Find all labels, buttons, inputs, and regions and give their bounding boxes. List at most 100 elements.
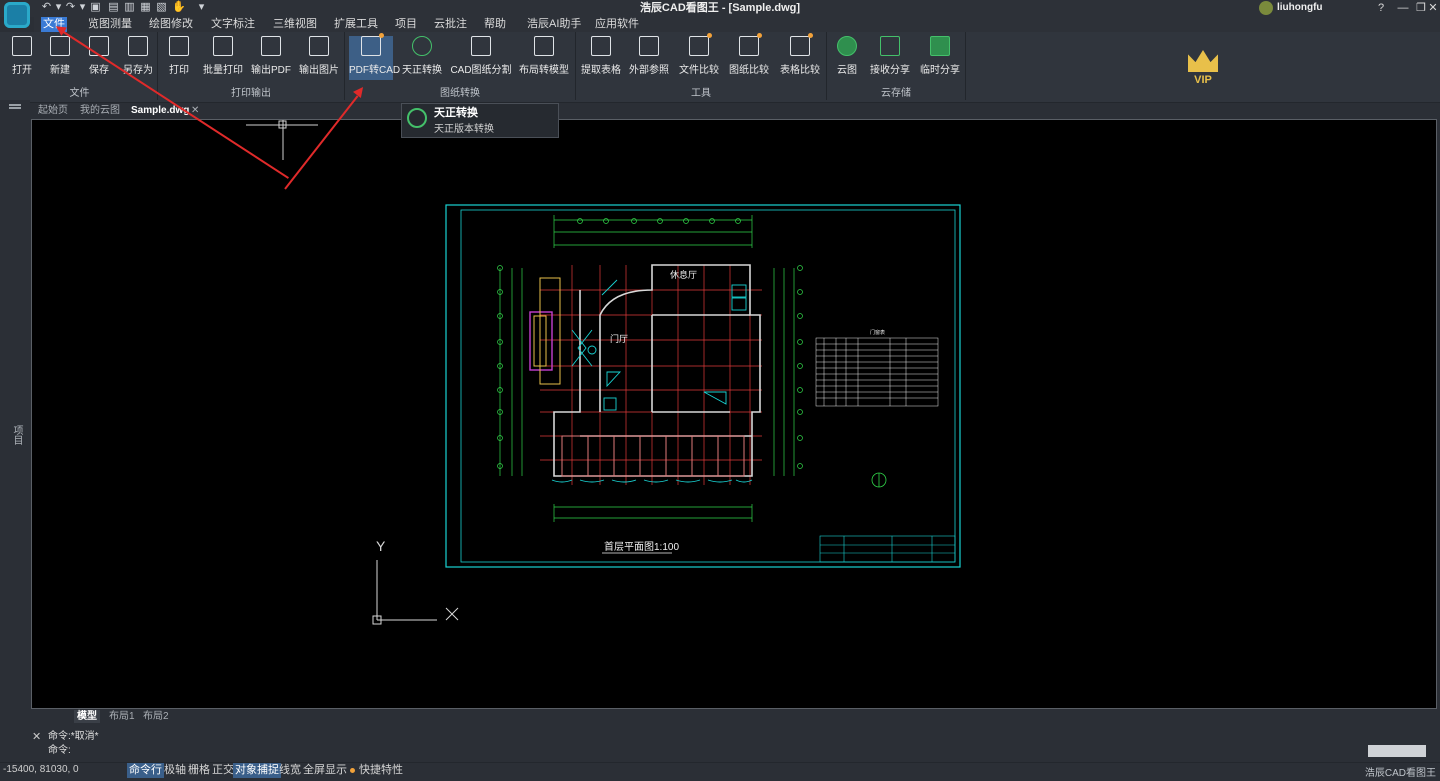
- tooltip-title: 天正转换: [434, 107, 478, 119]
- table-compare-icon: [790, 33, 813, 56]
- image-file-icon: [309, 36, 329, 56]
- drawing-canvas[interactable]: 休息厅 门厅 首层平面图1:100 门窗表 Y: [31, 119, 1437, 709]
- ucs-axis-icon: [372, 560, 459, 625]
- pdf-to-cad-button[interactable]: PDF转CAD: [349, 33, 400, 80]
- temp-share-button[interactable]: 临时分享: [918, 36, 962, 80]
- canopy: [533, 277, 561, 385]
- group-convert-label: 图纸转换: [440, 88, 480, 99]
- command-scrollbar[interactable]: [1368, 745, 1426, 757]
- split-drawing-icon: [471, 36, 491, 56]
- tangent-convert-button[interactable]: 天正转换: [399, 36, 445, 80]
- pdf-to-cad-icon: [361, 33, 384, 56]
- table-icon: [591, 36, 611, 56]
- export-image-button[interactable]: 输出图片: [297, 36, 341, 80]
- xref-icon: [639, 36, 659, 56]
- menu-apps[interactable]: 应用软件: [593, 17, 641, 32]
- menu-draw-modify[interactable]: 绘图修改: [147, 17, 195, 32]
- tab-layout1[interactable]: 布局1: [106, 710, 138, 723]
- cloud-drawing-button[interactable]: 云图: [832, 36, 862, 80]
- toggle-object-snap[interactable]: 对象捕捉: [233, 763, 281, 778]
- toggle-fullscreen[interactable]: 全屏显示: [301, 763, 349, 778]
- toggle-command-line[interactable]: 命令行: [127, 763, 164, 778]
- command-history: 命令:*取消*: [48, 731, 99, 742]
- receive-mail-icon: [880, 36, 900, 56]
- tab-start-page[interactable]: 起始页: [34, 104, 72, 117]
- project-panel-tab[interactable]: 项目: [9, 425, 24, 445]
- tooltip-description: 天正版本转换: [434, 124, 494, 135]
- command-close-icon[interactable]: ✕: [32, 730, 41, 743]
- menu-cloud-annotate[interactable]: 云批注: [432, 17, 469, 32]
- toggle-lineweight[interactable]: 线宽: [277, 763, 303, 778]
- batch-printer-icon: [213, 36, 233, 56]
- vip-button[interactable]: VIP: [1186, 50, 1220, 86]
- open-quick-icon[interactable]: ▣: [90, 1, 101, 14]
- quick-properties-dot-icon: [350, 768, 355, 773]
- table-compare-button[interactable]: 表格比较: [777, 33, 823, 80]
- schedule-title: 门窗表: [870, 329, 885, 336]
- ucs-y-label: Y: [376, 538, 386, 554]
- split-drawing-button[interactable]: CAD图纸分割: [450, 36, 512, 80]
- new-badge-icon: [808, 33, 813, 38]
- toggle-polar[interactable]: 极轴: [162, 763, 188, 778]
- tab-model[interactable]: 模型: [74, 710, 100, 723]
- new-badge-icon: [707, 33, 712, 38]
- toggle-quick-properties[interactable]: 快捷特性: [357, 763, 405, 778]
- menu-project[interactable]: 项目: [393, 17, 419, 32]
- cloud-icon: [837, 36, 857, 56]
- xref-button[interactable]: 外部参照: [627, 36, 671, 80]
- convert-cycle-icon: [407, 108, 427, 128]
- help-icon[interactable]: ?: [1370, 0, 1392, 16]
- export-pdf-button[interactable]: 输出PDF: [251, 36, 291, 80]
- user-name[interactable]: liuhongfu: [1277, 1, 1323, 15]
- crown-icon: [1188, 50, 1218, 72]
- pdf-quick-icon[interactable]: ▧: [156, 1, 167, 14]
- menu-help[interactable]: 帮助: [482, 17, 508, 32]
- menu-extensions[interactable]: 扩展工具: [332, 17, 380, 32]
- file-compare-button[interactable]: 文件比较: [677, 33, 721, 80]
- command-input[interactable]: 命令:: [48, 744, 71, 758]
- group-tools-label: 工具: [691, 88, 711, 99]
- save-button[interactable]: 保存: [83, 36, 115, 80]
- close-icon[interactable]: ✕: [1426, 0, 1440, 16]
- saveas-quick-icon[interactable]: ▥: [124, 1, 135, 14]
- pan-hand-icon[interactable]: ✋: [172, 1, 186, 14]
- vip-label: VIP: [1194, 74, 1212, 86]
- user-avatar[interactable]: [1259, 1, 1273, 15]
- crosshair-cursor: [246, 120, 318, 160]
- group-print-label: 打印输出: [231, 88, 271, 99]
- panel-menu-icon[interactable]: [9, 104, 21, 106]
- print-quick-icon[interactable]: ▦: [140, 1, 151, 14]
- rooms: [561, 435, 745, 477]
- redo-dropdown-icon[interactable]: ▾: [77, 1, 88, 14]
- title-block: [819, 535, 956, 563]
- undo-icon[interactable]: ↶: [41, 1, 52, 14]
- undo-dropdown-icon[interactable]: ▾: [53, 1, 64, 14]
- app-logo-icon[interactable]: [4, 2, 30, 28]
- new-badge-icon: [757, 33, 762, 38]
- group-cloud-label: 云存储: [881, 88, 911, 99]
- new-file-icon: [50, 36, 70, 56]
- label-lobby: 门厅: [610, 333, 628, 344]
- toggle-grid[interactable]: 栅格: [186, 763, 212, 778]
- layout-to-model-button[interactable]: 布局转模型: [516, 36, 572, 80]
- tab-layout2[interactable]: 布局2: [140, 710, 172, 723]
- menu-ai-assistant[interactable]: 浩辰AI助手: [525, 17, 583, 32]
- extract-table-button[interactable]: 提取表格: [579, 36, 623, 80]
- drawing-compare-button[interactable]: 图纸比较: [727, 33, 771, 80]
- menu-view-measure[interactable]: 览图测量: [86, 17, 134, 32]
- layout-model-icon: [534, 36, 554, 56]
- customize-quick-icon[interactable]: ▾: [196, 1, 207, 14]
- save-quick-icon[interactable]: ▤: [108, 1, 119, 14]
- menu-text-dim[interactable]: 文字标注: [209, 17, 257, 32]
- convert-cycle-icon: [412, 36, 432, 56]
- receive-share-button[interactable]: 接收分享: [868, 36, 912, 80]
- menu-3d-view[interactable]: 三维视图: [271, 17, 319, 32]
- tab-my-cloud[interactable]: 我的云图: [76, 104, 124, 117]
- batch-print-button[interactable]: 批量打印: [201, 36, 245, 80]
- print-button[interactable]: 打印: [164, 36, 194, 80]
- new-button[interactable]: 新建: [44, 36, 76, 80]
- left-panel-rail: [0, 100, 30, 712]
- open-button[interactable]: 打开: [6, 36, 38, 80]
- redo-icon[interactable]: ↷: [65, 1, 76, 14]
- drawing-title: 首层平面图1:100: [604, 540, 679, 553]
